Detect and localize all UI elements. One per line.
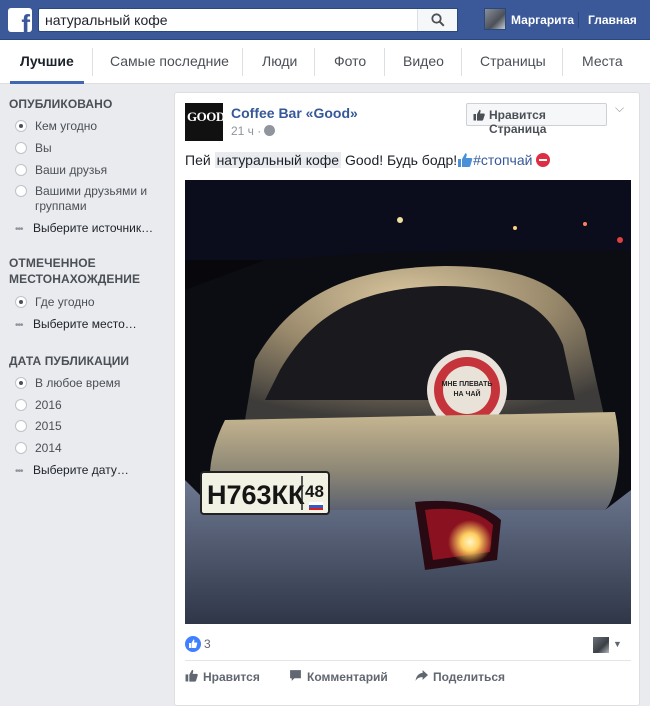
tab-videos[interactable]: Видео <box>403 40 444 84</box>
license-plate-region: 48 <box>305 482 324 501</box>
post-options-chevron-icon[interactable]: ⌵ <box>615 101 624 116</box>
radio-selected-icon <box>15 120 27 132</box>
choose-place-link[interactable]: ••• Выберите место… <box>15 317 137 333</box>
tab-pages[interactable]: Страницы <box>480 40 546 84</box>
action-divider <box>185 660 631 661</box>
filter-option-anywhere[interactable]: Где угодно <box>15 295 155 310</box>
post-timestamp[interactable]: 21 ч · <box>231 124 261 138</box>
radio-icon <box>15 420 27 432</box>
more-dots-icon: ••• <box>15 466 24 477</box>
thumbs-up-icon <box>473 109 485 121</box>
filter-heading-location: ОТМЕЧЕННОЕ МЕСТОНАХОЖДЕНИЕ <box>9 256 141 286</box>
page-logo: GOOD <box>187 109 225 124</box>
post-card: GOOD Coffee Bar «Good» 21 ч · Нравится С… <box>174 92 640 706</box>
post-text: Пей натуральный кофе Good! Будь бодр! #ст… <box>185 151 551 169</box>
more-dots-icon: ••• <box>15 320 24 331</box>
tab-divider <box>461 48 462 76</box>
search-box <box>38 8 458 32</box>
like-page-button[interactable]: Нравится Страница <box>466 103 607 136</box>
tab-people[interactable]: Люди <box>262 40 297 84</box>
post-photo[interactable]: МНЕ ПЛЕВАТЬ НА ЧАЙ Н763КК 48 <box>185 180 631 624</box>
filter-heading-published: ОПУБЛИКОВАНО <box>9 97 113 111</box>
choose-source-link[interactable]: ••• Выберите источник… <box>15 221 153 237</box>
top-navigation-bar: f Маргарита Главная <box>0 0 650 40</box>
svg-text:МНЕ ПЛЕВАТЬ: МНЕ ПЛЕВАТЬ <box>442 381 493 388</box>
tab-divider <box>92 48 93 76</box>
comment-icon <box>290 670 301 681</box>
filter-heading-date: ДАТА ПУБЛИКАЦИИ <box>9 354 130 368</box>
tab-top[interactable]: Лучшие <box>10 40 84 84</box>
thumbs-up-icon <box>185 669 198 682</box>
filter-option-2015[interactable]: 2015 <box>15 419 155 434</box>
filter-option-2016[interactable]: 2016 <box>15 398 155 413</box>
tab-divider <box>314 48 315 76</box>
page-name-link[interactable]: Coffee Bar «Good» <box>231 105 358 121</box>
more-dots-icon: ••• <box>15 224 24 235</box>
svg-text:НА ЧАЙ: НА ЧАЙ <box>453 389 480 398</box>
user-avatar[interactable] <box>484 8 506 30</box>
filter-option-any-time[interactable]: В любое время <box>15 376 155 391</box>
page-avatar[interactable]: GOOD <box>185 103 225 141</box>
radio-icon <box>15 164 27 176</box>
tab-divider <box>242 48 243 76</box>
radio-icon <box>15 142 27 154</box>
search-input[interactable] <box>39 9 419 31</box>
radio-icon <box>15 442 27 454</box>
no-entry-emoji-icon <box>536 153 551 167</box>
tab-places[interactable]: Места <box>582 40 623 84</box>
radio-selected-icon <box>15 377 27 389</box>
filter-option-anyone[interactable]: Кем угодно <box>15 119 155 134</box>
tab-photos[interactable]: Фото <box>334 40 366 84</box>
hashtag-link[interactable]: #стопчай <box>473 152 532 168</box>
tab-divider <box>384 48 385 76</box>
choose-date-link[interactable]: ••• Выберите дату… <box>15 463 129 479</box>
radio-icon <box>15 185 27 197</box>
radio-icon <box>15 399 27 411</box>
share-as-avatar[interactable] <box>593 637 609 653</box>
radio-selected-icon <box>15 296 27 308</box>
share-arrow-icon <box>415 670 428 681</box>
filter-option-you[interactable]: Вы <box>15 141 155 156</box>
thumbs-up-emoji-icon <box>458 153 473 167</box>
reaction-count: 3 <box>204 637 211 651</box>
filter-option-2014[interactable]: 2014 <box>15 441 155 456</box>
license-plate-number: Н763КК <box>207 480 305 510</box>
search-filter-tabs: Лучшие Самые последние Люди Фото Видео С… <box>0 40 650 84</box>
search-highlight: натуральный кофе <box>214 152 342 168</box>
tab-latest[interactable]: Самые последние <box>110 40 229 84</box>
search-icon <box>431 13 445 27</box>
home-link[interactable]: Главная <box>588 13 637 27</box>
filter-option-friends[interactable]: Ваши друзья <box>15 163 155 178</box>
caret-down-icon[interactable]: ▼ <box>613 639 622 649</box>
search-button[interactable] <box>417 9 457 31</box>
user-name-link[interactable]: Маргарита <box>511 13 574 27</box>
tab-divider <box>562 48 563 76</box>
facebook-logo-icon[interactable]: f <box>8 8 32 32</box>
car-photo-illustration: МНЕ ПЛЕВАТЬ НА ЧАЙ Н763КК 48 <box>185 180 631 624</box>
like-reaction-icon <box>185 636 201 652</box>
nav-divider <box>578 12 579 28</box>
globe-icon <box>264 125 275 136</box>
filter-option-friends-groups[interactable]: Вашими друзьями и группами <box>15 184 155 214</box>
